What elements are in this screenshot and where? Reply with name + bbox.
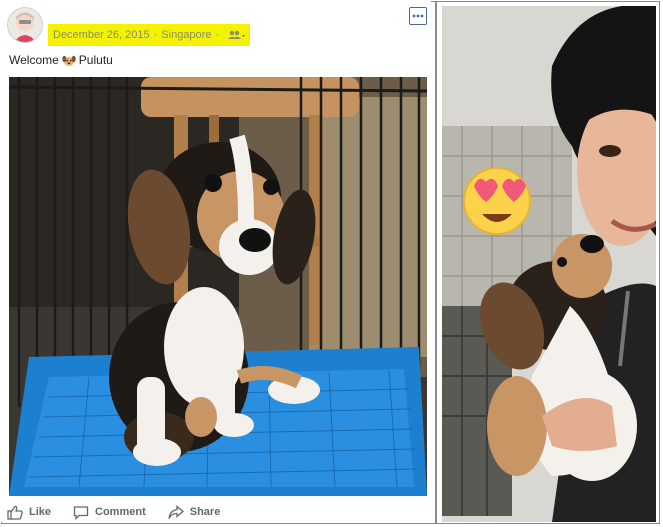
heart-eyes-emoji-icon (463, 167, 531, 235)
avatar-image (8, 8, 42, 42)
comment-button[interactable]: Comment (73, 505, 146, 520)
thumbs-up-icon (7, 505, 23, 520)
share-icon (168, 504, 184, 519)
post-meta: December 26, 2015 · Singapore · (48, 24, 251, 46)
post-location[interactable]: Singapore (161, 29, 211, 41)
meta-separator: · (153, 29, 158, 41)
meta-separator-2: · (215, 29, 220, 41)
avatar[interactable] (7, 7, 43, 43)
puppy-photo-illustration (9, 77, 427, 496)
friends-icon[interactable] (227, 30, 246, 40)
post-date[interactable]: December 26, 2015 (53, 29, 150, 41)
selfie-photo-with-puppy[interactable] (442, 6, 656, 522)
caption-text: Welcome (9, 53, 59, 67)
post-caption: Welcome Pulutu (9, 53, 113, 67)
panel-divider (435, 1, 437, 524)
share-label: Share (189, 506, 221, 518)
post-actions-bar: Like Comment Share (7, 501, 220, 522)
like-label: Like (29, 506, 52, 518)
dog-face-icon (62, 55, 76, 66)
caption-name[interactable]: Pulutu (79, 53, 113, 67)
share-button[interactable]: Share (168, 504, 221, 520)
post-photo-puppy-cage[interactable] (9, 77, 427, 496)
like-button[interactable]: Like (7, 505, 51, 520)
comment-label: Comment (95, 506, 146, 518)
facebook-post: December 26, 2015 · Singapore · Welcome (1, 1, 431, 522)
more-options-icon (412, 14, 424, 18)
selfie-photo-illustration (442, 6, 656, 522)
more-options-button[interactable] (409, 7, 427, 25)
comment-icon (73, 505, 89, 520)
